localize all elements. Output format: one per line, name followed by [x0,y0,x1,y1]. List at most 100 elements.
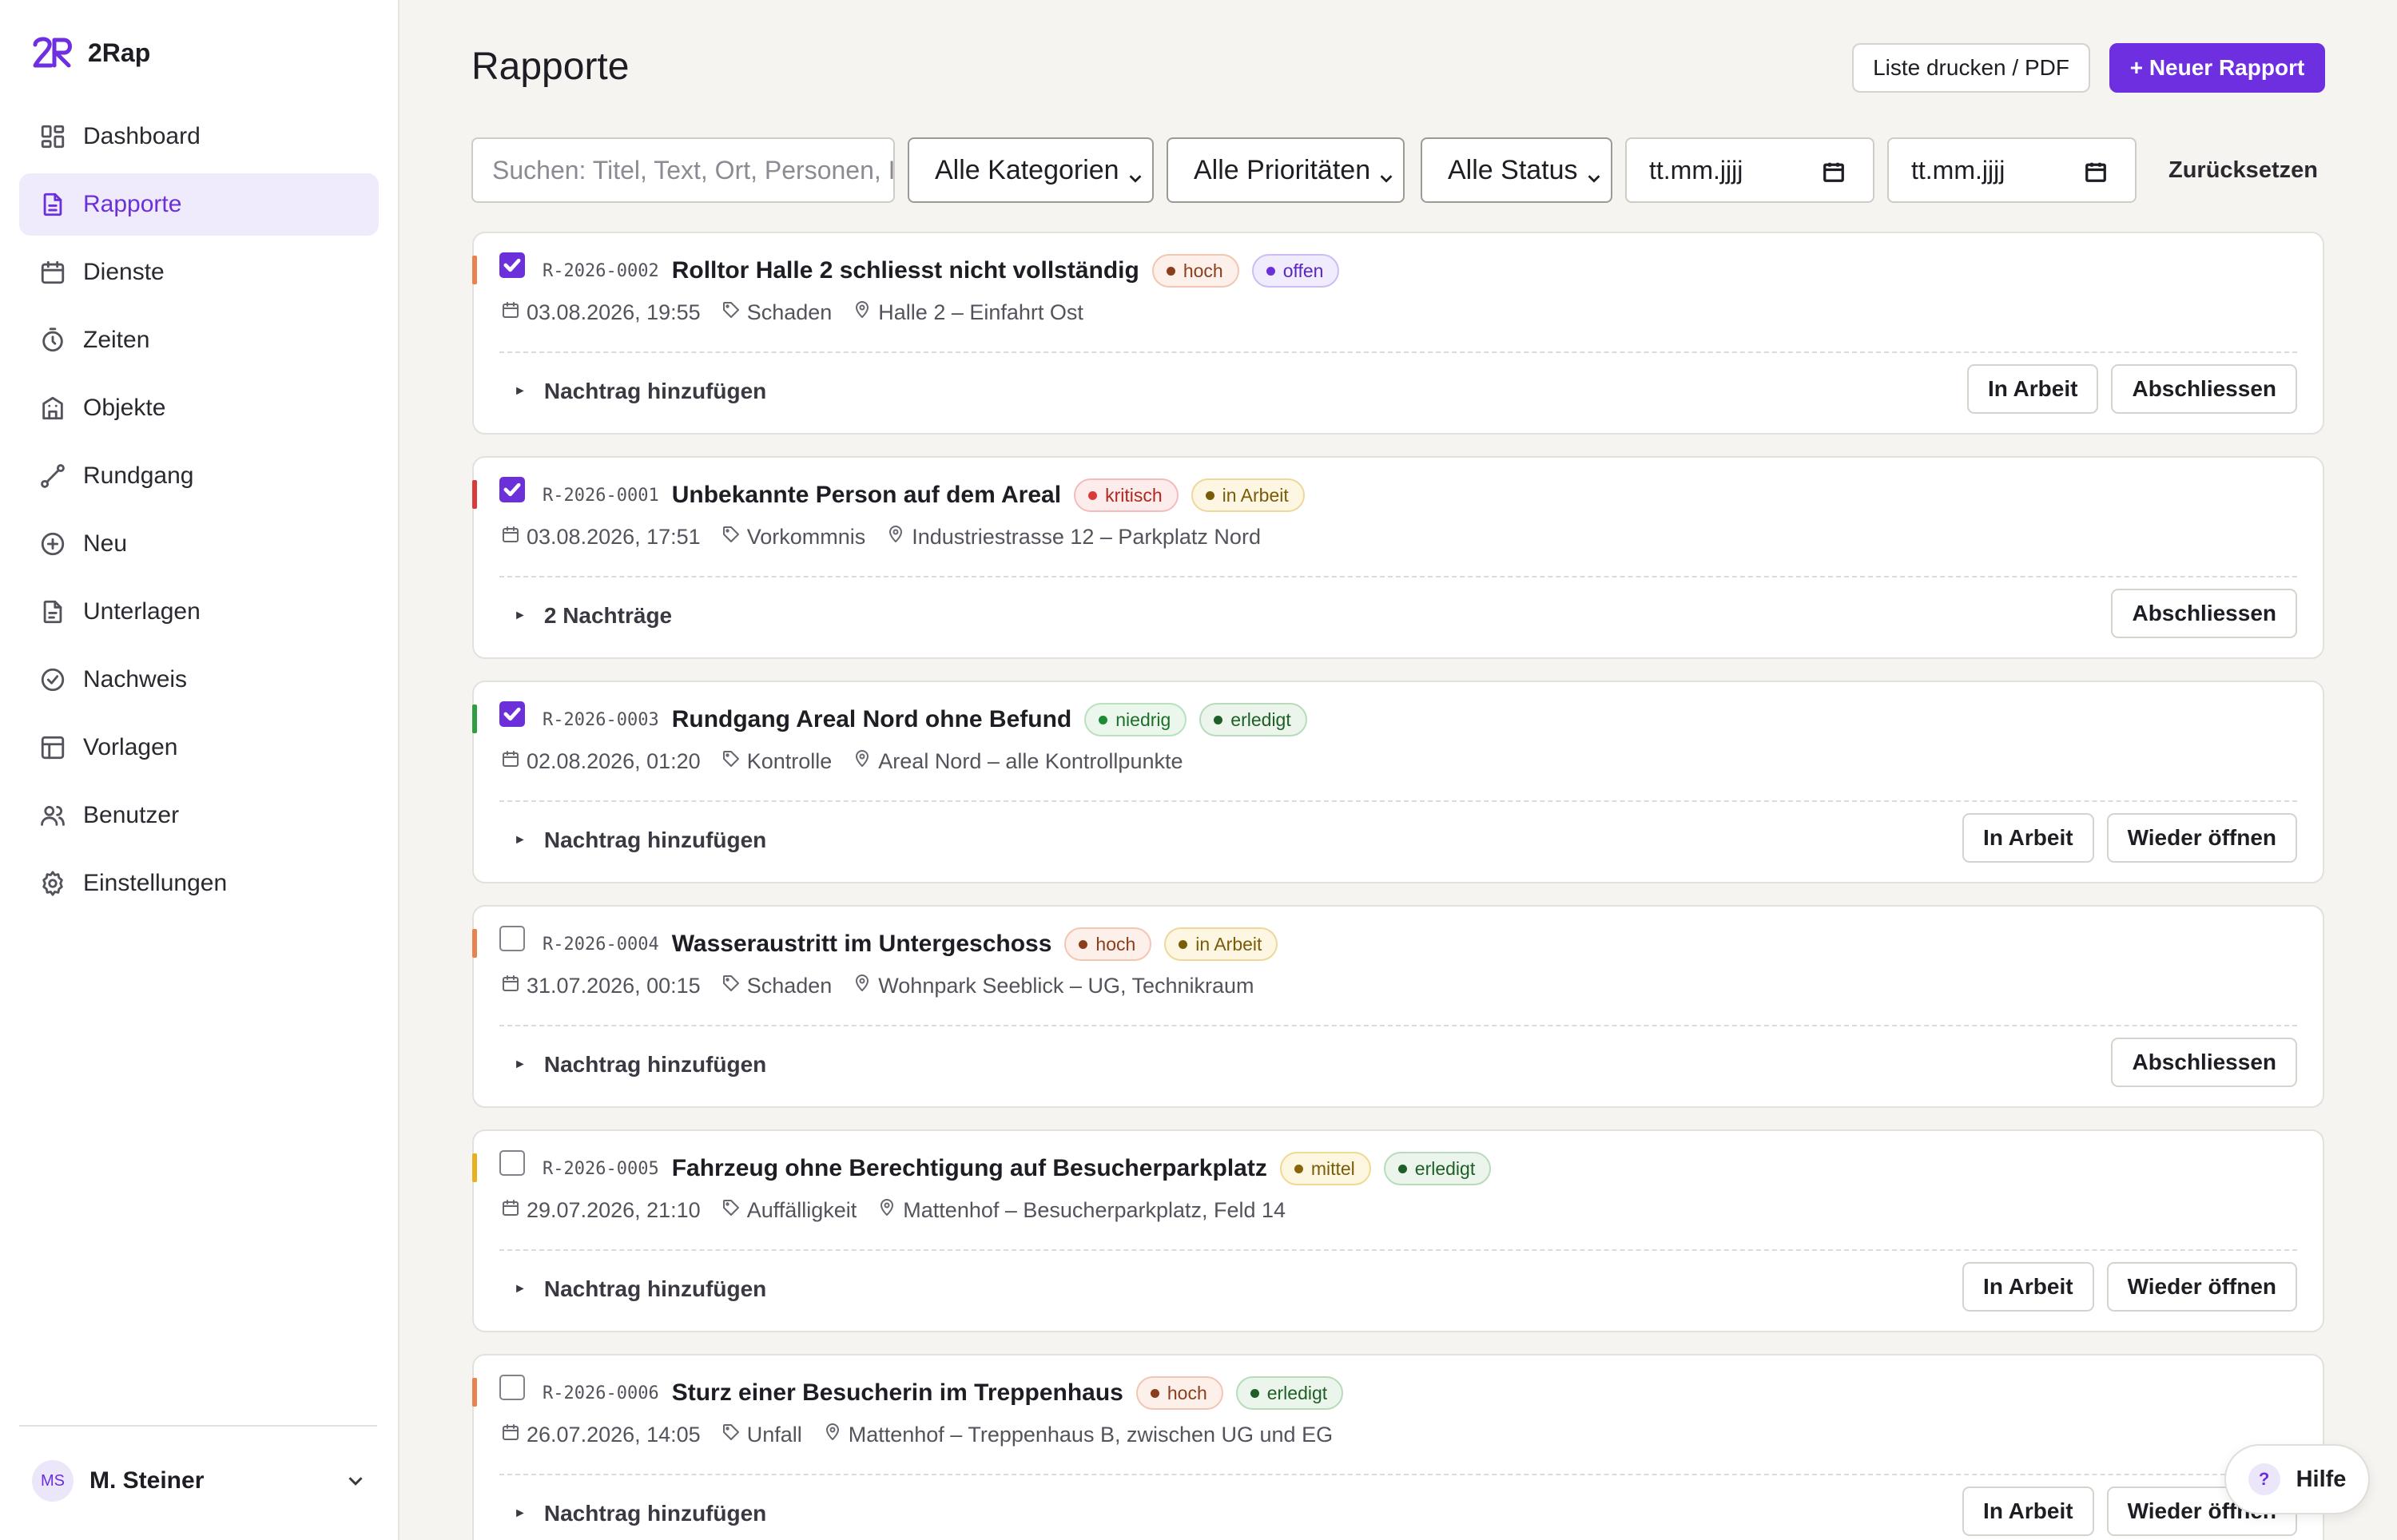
card-actions: In Arbeit Wieder öffnen [1962,1262,2297,1312]
tag-icon [721,1423,741,1447]
disclosure-triangle-icon: ► [514,609,527,622]
priority-select[interactable]: Alle Prioritäten [1167,137,1405,203]
select-checkbox[interactable] [499,1375,525,1400]
help-button[interactable]: ? Hilfe [2224,1444,2370,1514]
sidebar-item-label: Objekte [83,395,166,421]
card-divider [499,1249,2297,1251]
status-select[interactable]: Alle Status [1421,137,1612,203]
addendum-toggle[interactable]: ► Nachtrag hinzufügen [514,379,766,404]
user-menu[interactable]: MS M. Steiner [32,1459,368,1503]
priority-label: hoch [1167,1382,1207,1403]
sidebar-item-label: Vorlagen [83,734,178,760]
report-meta: 03.08.2026, 17:51 Vorkommnis Industriest… [501,525,1282,550]
reopen-button[interactable]: Wieder öffnen [2106,813,2297,863]
report-category: Vorkommnis [746,525,866,549]
priority-dot [1079,939,1088,949]
chevron-down-icon[interactable] [344,1469,368,1493]
building-icon [38,394,67,423]
addendum-toggle[interactable]: ► 2 Nachträge [514,603,672,629]
addendum-toggle[interactable]: ► Nachtrag hinzufügen [514,1276,766,1302]
status-label: offen [1282,260,1324,281]
calendar-icon [501,1198,520,1223]
report-location: Areal Nord – alle Kontrollpunkte [878,749,1183,773]
complete-button[interactable]: Abschliessen [2111,364,2297,414]
reset-filters-button[interactable]: Zurücksetzen [2151,137,2335,203]
chevron-down-icon [1377,163,1395,183]
priority-indicator [472,480,477,509]
help-label: Hilfe [2296,1466,2347,1492]
in-progress-button[interactable]: In Arbeit [1966,364,2099,414]
card-actions: In Arbeit Wieder öffnen [1962,813,2297,863]
select-checkbox[interactable] [499,252,525,278]
complete-button[interactable]: Abschliessen [2111,1038,2297,1087]
complete-button[interactable]: Abschliessen [2111,589,2297,638]
select-checkbox[interactable] [499,477,525,502]
status-dot [1205,490,1214,500]
addendum-label: Nachtrag hinzufügen [543,1276,767,1301]
report-category: Kontrolle [746,749,833,773]
calendar-icon[interactable] [1822,160,1846,184]
report-title[interactable]: Sturz einer Besucherin im Treppenhaus [672,1379,1123,1407]
sidebar-divider [19,1425,377,1427]
sidebar-item-rapporte[interactable]: Rapporte [19,173,379,236]
new-report-button[interactable]: + Neuer Rapport [2109,43,2325,93]
location-pin-icon [853,749,872,774]
report-card[interactable]: R-2026-0004 Wasseraustritt im Untergesch… [472,905,2324,1108]
report-title[interactable]: Rolltor Halle 2 schliesst nicht vollstän… [672,257,1139,284]
status-label: erledigt [1230,708,1291,730]
select-checkbox[interactable] [499,701,525,727]
sidebar-item-neu[interactable]: Neu [19,513,379,575]
report-card[interactable]: R-2026-0002 Rolltor Halle 2 schliesst ni… [472,232,2324,435]
report-card[interactable]: R-2026-0005 Fahrzeug ohne Berechtigung a… [472,1129,2324,1332]
brand[interactable]: 2Rap [32,35,150,70]
calendar-icon [501,1423,520,1447]
report-category: Schaden [746,974,833,998]
report-card[interactable]: R-2026-0001 Unbekannte Person auf dem Ar… [472,456,2324,659]
report-date: 02.08.2026, 01:20 [527,749,701,773]
report-title[interactable]: Unbekannte Person auf dem Areal [672,482,1061,509]
addendum-toggle[interactable]: ► Nachtrag hinzufügen [514,828,766,853]
report-title[interactable]: Wasseraustritt im Untergeschoss [672,931,1052,958]
priority-indicator [472,1378,477,1407]
date-from-input[interactable]: tt.mm.jjjj [1625,137,1874,203]
report-card[interactable]: R-2026-0003 Rundgang Areal Nord ohne Bef… [472,681,2324,883]
print-list-button[interactable]: Liste drucken / PDF [1852,43,2090,93]
in-progress-button[interactable]: In Arbeit [1962,1486,2094,1536]
sidebar-nav: Dashboard Rapporte Dienste Zeiten Objekt… [19,105,379,920]
sidebar-item-einstellungen[interactable]: Einstellungen [19,852,379,915]
report-category: Unfall [746,1423,802,1447]
addendum-toggle[interactable]: ► Nachtrag hinzufügen [514,1052,766,1078]
calendar-icon[interactable] [2084,160,2108,184]
addendum-toggle[interactable]: ► Nachtrag hinzufügen [514,1501,766,1526]
disclosure-triangle-icon: ► [514,1506,527,1520]
report-title[interactable]: Fahrzeug ohne Berechtigung auf Besucherp… [672,1155,1267,1182]
sidebar-item-rundgang[interactable]: Rundgang [19,445,379,507]
sidebar-item-zeiten[interactable]: Zeiten [19,309,379,371]
report-meta: 29.07.2026, 21:10 Auffälligkeit Mattenho… [501,1198,1306,1223]
search-input[interactable]: Suchen: Titel, Text, Ort, Personen, I [471,137,895,203]
dashboard-icon [38,122,67,151]
report-id: R-2026-0005 [543,1158,659,1179]
user-name: M. Steiner [89,1467,205,1494]
sidebar-item-vorlagen[interactable]: Vorlagen [19,716,379,779]
report-header: R-2026-0001 Unbekannte Person auf dem Ar… [543,478,1318,512]
priority-label: niedrig [1115,708,1171,730]
sidebar-item-dashboard[interactable]: Dashboard [19,105,379,168]
select-checkbox[interactable] [499,1150,525,1176]
category-select[interactable]: Alle Kategorien [908,137,1154,203]
in-progress-button[interactable]: In Arbeit [1962,813,2094,863]
select-checkbox[interactable] [499,926,525,951]
report-title[interactable]: Rundgang Areal Nord ohne Befund [672,706,1072,733]
date-to-input[interactable]: tt.mm.jjjj [1887,137,2137,203]
in-progress-button[interactable]: In Arbeit [1962,1262,2094,1312]
sidebar-item-unterlagen[interactable]: Unterlagen [19,581,379,643]
report-card[interactable]: R-2026-0006 Sturz einer Besucherin im Tr… [472,1354,2324,1540]
card-divider [499,1025,2297,1026]
report-category: Auffälligkeit [746,1198,857,1222]
sidebar-item-nachweis[interactable]: Nachweis [19,649,379,711]
sidebar-item-benutzer[interactable]: Benutzer [19,784,379,847]
sidebar-item-objekte[interactable]: Objekte [19,377,379,439]
sidebar-item-dienste[interactable]: Dienste [19,241,379,304]
location-pin-icon [853,300,872,325]
reopen-button[interactable]: Wieder öffnen [2106,1262,2297,1312]
